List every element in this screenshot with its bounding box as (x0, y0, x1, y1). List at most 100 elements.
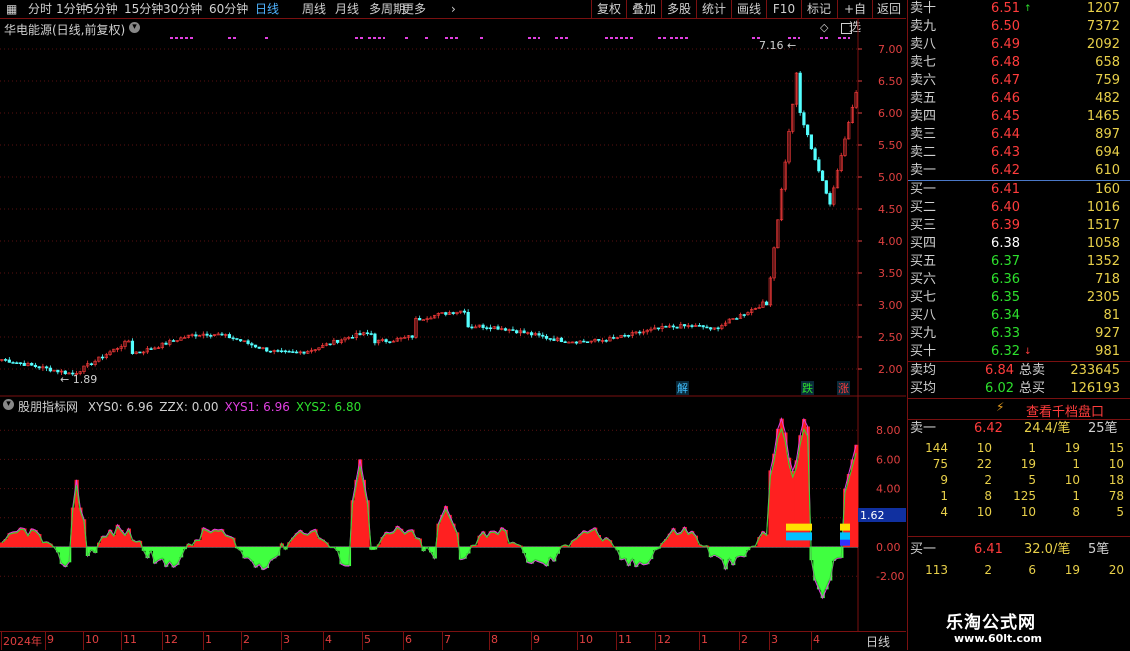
y-tick-label: 4.00 (878, 235, 903, 248)
tab-8[interactable]: 月线 (335, 1, 359, 17)
depth-button[interactable]: ⚡ 查看千档盘口 (908, 399, 1130, 420)
event-marker-label[interactable]: 涨 (838, 382, 849, 395)
tab-1[interactable]: 1分钟 (56, 1, 88, 17)
toolbar-button[interactable]: 标记 (802, 0, 836, 18)
ask-row[interactable]: 卖三 6.44 897 (908, 126, 1130, 144)
chevron-down-icon[interactable]: ▾ (129, 22, 140, 33)
toolbar-button[interactable]: 画线 (732, 0, 766, 18)
tab-3[interactable]: 15分钟 (124, 1, 163, 17)
grid-icon[interactable]: ▦ (6, 1, 17, 17)
chevron-right-icon[interactable]: › (451, 1, 456, 17)
bid-label: 买九 (910, 326, 937, 341)
kline-chart[interactable]: 7.00 6.50 6.00 5.50 5.00 4.50 4.00 3.50 3.00 2.50… (0, 19, 906, 397)
candle-body (209, 335, 213, 337)
depth-sell-row: 卖一 6.42 24.4/笔 25笔 (910, 421, 1118, 436)
bid-row[interactable]: 买一 6.41 160 (908, 181, 1130, 199)
watermark-title: 乐淘公式网 (946, 613, 1036, 633)
y-tick-label: 4.00 (876, 483, 901, 496)
indicator-svg[interactable]: 8.006.004.002.000.00-2.001.62 (0, 397, 906, 631)
bid-row[interactable]: 买九 6.33 927 (908, 325, 1130, 343)
bid-row[interactable]: 买五 6.37 1352 (908, 253, 1130, 271)
candle-body (559, 337, 564, 342)
ask-label: 卖一 (910, 163, 937, 178)
date-label: 9 (533, 633, 540, 646)
indicator-bar (537, 547, 542, 562)
ask-row[interactable]: 卖八 6.49 2092 (908, 36, 1130, 54)
tab-6[interactable]: 日线 (255, 1, 279, 17)
bid-row[interactable]: 买二 6.40 1016 (908, 199, 1130, 217)
candle-body (597, 339, 601, 341)
candle-body (220, 333, 224, 336)
candle-body (548, 338, 552, 340)
bid-row[interactable]: 买十 6.32 ↓ 981 (908, 343, 1130, 361)
candle-body (604, 340, 608, 342)
date-tick (323, 632, 324, 650)
candle-body (671, 325, 675, 328)
candle-body (466, 311, 470, 328)
indicator-bar (305, 534, 311, 547)
toolbar-button[interactable]: 复权 (592, 0, 626, 18)
ask-volume: 610 (1095, 163, 1120, 178)
chevron-down-icon[interactable]: ▾ (3, 399, 14, 410)
tab-2[interactable]: 5分钟 (86, 1, 118, 17)
bid-row[interactable]: 买六 6.36 718 (908, 271, 1130, 289)
toolbar-button[interactable]: 返回 (873, 0, 905, 18)
indicator-name: 股朋指标网 (18, 400, 79, 414)
candle-body (623, 334, 627, 337)
ask-row[interactable]: 卖五 6.46 482 (908, 90, 1130, 108)
depth-cell: 125 (1013, 489, 1036, 503)
indicator-bar (402, 533, 408, 547)
indicator-chart[interactable]: 8.006.004.002.000.00-2.001.62 ▾ 股朋指标网 XY… (0, 397, 906, 631)
toolbar-button[interactable]: 统计 (697, 0, 731, 18)
ask-row[interactable]: 卖七 6.48 658 (908, 54, 1130, 72)
tab-10[interactable]: 更多 (402, 1, 426, 17)
ask-row[interactable]: 卖六 6.47 759 (908, 72, 1130, 90)
candle-body (585, 341, 590, 344)
tab-0[interactable]: 分时 (28, 1, 52, 17)
tab-7[interactable]: 周线 (302, 1, 326, 17)
date-label: 2024年 (3, 635, 42, 648)
indicator-bar (533, 547, 538, 561)
bid-row[interactable]: 买七 6.35 2305 (908, 289, 1130, 307)
candle-body (294, 351, 299, 354)
candle-body (515, 330, 519, 334)
date-label: 2 (741, 633, 748, 646)
tab-4[interactable]: 30分钟 (163, 1, 202, 17)
candle-body (529, 332, 534, 336)
candle-body (15, 362, 19, 364)
candle-body (820, 170, 825, 181)
event-marker-label[interactable]: 解 (677, 381, 688, 395)
ask-row[interactable]: 卖一 6.42 610 (908, 162, 1130, 180)
ask-row[interactable]: 卖九 6.50 7372 (908, 18, 1130, 36)
candle-body (171, 340, 176, 342)
bid-row[interactable]: 买三 6.39 1517 (908, 217, 1130, 235)
bid-row[interactable]: 买八 6.34 81 (908, 307, 1130, 325)
ask-row[interactable]: 卖十 6.51 ↑ 1207 (908, 0, 1130, 18)
toolbar-button[interactable]: 多股 (662, 0, 696, 18)
candle-body (100, 356, 105, 359)
band-yellow (786, 523, 812, 531)
ask-price: 6.42 (991, 163, 1020, 178)
toolbar-button[interactable]: 叠加 (627, 0, 661, 18)
window-toggle-icon[interactable] (841, 23, 852, 34)
tab-9[interactable]: 多周期 (369, 1, 405, 17)
diamond-icon[interactable]: ◇ (820, 21, 828, 34)
toolbar-button[interactable]: +自选 (838, 0, 872, 34)
ask-row[interactable]: 卖四 6.45 1465 (908, 108, 1130, 126)
bid-price: 6.38 (991, 236, 1020, 251)
ask-label: 卖八 (910, 37, 937, 52)
indicator-bar (686, 533, 691, 547)
candle-body (664, 326, 668, 328)
tab-5[interactable]: 60分钟 (209, 1, 248, 17)
candle-body (485, 327, 489, 329)
bid-row[interactable]: 买四 6.38 1058 (908, 235, 1130, 253)
candle-body (552, 338, 556, 341)
kline-svg[interactable]: 7.00 6.50 6.00 5.50 5.00 4.50 4.00 3.50 3.00 2.50… (0, 19, 906, 397)
y-tick-label: 0.00 (876, 541, 901, 554)
depth-cell: 6 (1028, 563, 1036, 577)
ask-row[interactable]: 卖二 6.43 694 (908, 144, 1130, 162)
event-marker-label[interactable]: 跌 (802, 381, 813, 395)
ask-price: 6.48 (991, 55, 1020, 70)
indicator-bar (768, 470, 773, 547)
toolbar-button[interactable]: F10 (767, 0, 801, 18)
